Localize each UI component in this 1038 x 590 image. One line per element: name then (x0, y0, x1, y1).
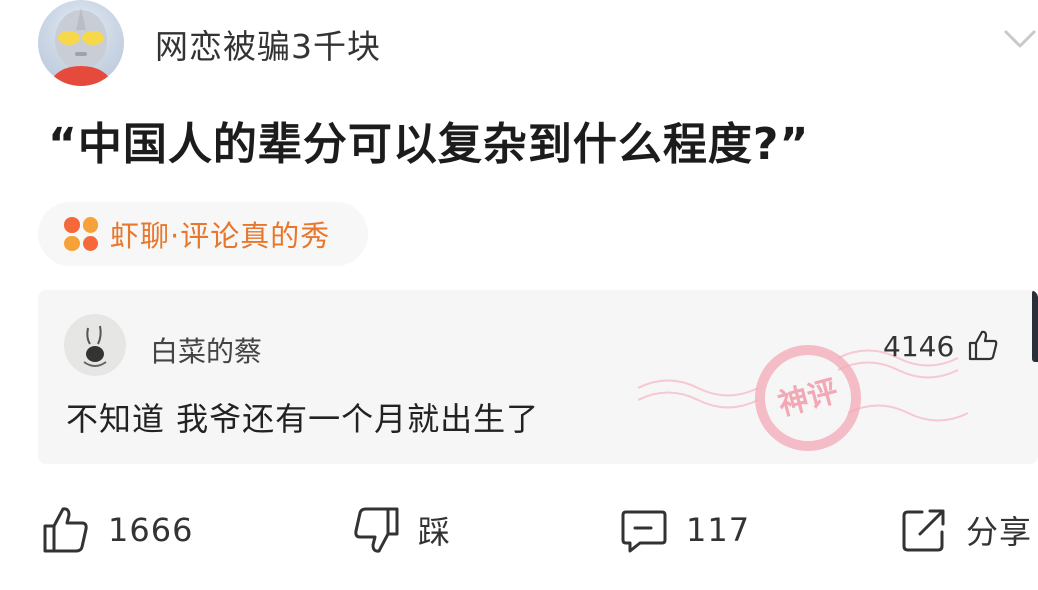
dislike-label: 踩 (418, 513, 452, 551)
share-button[interactable]: 分享 (898, 504, 1032, 556)
post-title: “中国人的辈分可以复杂到什么程度?” (48, 119, 810, 170)
topic-label: 虾聊·评论真的秀 (110, 219, 331, 253)
post-action-bar: 1666 踩 117 分享 (0, 492, 1038, 572)
comment-like-count: 4146 (883, 330, 955, 363)
thumbs-up-icon (43, 507, 88, 553)
chevron-down-icon[interactable] (1002, 26, 1038, 52)
author-avatar[interactable] (38, 0, 124, 86)
thumbs-up-icon[interactable] (966, 328, 1000, 362)
scroll-indicator (1032, 290, 1038, 362)
comment-button[interactable]: 117 (618, 504, 750, 556)
topic-dot (64, 217, 80, 233)
stamp-text: 神评 (775, 374, 842, 423)
post-author-name[interactable]: 网恋被骗3千块 (155, 20, 381, 68)
topic-dot (82, 235, 98, 251)
comment-text: 不知道 我爷还有一个月就出生了 (66, 400, 540, 438)
comment-bubble-icon (621, 510, 667, 553)
topic-dot (64, 235, 80, 251)
featured-comment-card[interactable]: 神评 白菜的蔡 4146 不知道 我爷还有一个月就出生了 (38, 290, 1038, 464)
comment-count: 117 (686, 511, 751, 549)
topic-grid-icon (64, 217, 98, 251)
comment-author-name[interactable]: 白菜的蔡 (150, 330, 262, 370)
ultraman-avatar-icon (48, 8, 114, 86)
share-label: 分享 (966, 513, 1033, 551)
share-icon (902, 509, 945, 552)
dislike-button[interactable]: 踩 (350, 504, 451, 556)
like-count: 1666 (108, 511, 194, 549)
topic-chip[interactable]: 虾聊·评论真的秀 (38, 202, 368, 266)
topic-dot (82, 217, 98, 233)
sketch-avatar-icon (83, 325, 107, 367)
like-button[interactable]: 1666 (40, 504, 193, 556)
comment-author-avatar[interactable] (64, 314, 126, 376)
thumbs-down-icon (354, 507, 399, 553)
